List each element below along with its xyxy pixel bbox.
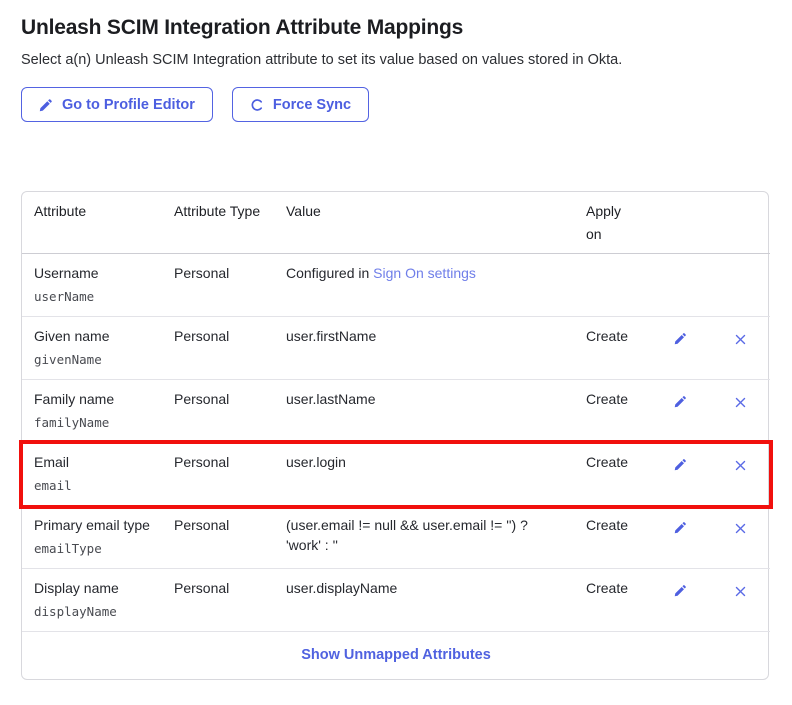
- header-remove-column: [710, 192, 770, 254]
- edit-mapping-button[interactable]: [672, 393, 689, 410]
- attribute-type: Personal: [174, 391, 229, 407]
- close-icon: [735, 586, 746, 597]
- value-text: user.displayName: [286, 580, 397, 596]
- value-text: user.login: [286, 454, 346, 470]
- header-attribute: Attribute: [22, 192, 162, 254]
- mappings-table: Attribute Attribute Type Value Apply on …: [22, 192, 770, 679]
- value-cell: user.displayName: [274, 569, 574, 632]
- attribute-label: Given name: [34, 326, 150, 346]
- table-header-row: Attribute Attribute Type Value Apply on: [22, 192, 770, 254]
- attribute-label: Family name: [34, 389, 150, 409]
- remove-mapping-button[interactable]: [733, 395, 748, 410]
- remove-mapping-button[interactable]: [733, 521, 748, 536]
- table-row: Given name givenName Personal user.first…: [22, 317, 770, 380]
- attribute-label: Username: [34, 263, 150, 283]
- attribute-label: Display name: [34, 578, 150, 598]
- remove-mapping-button[interactable]: [733, 332, 748, 347]
- apply-on-value: Create: [586, 454, 628, 470]
- value-link[interactable]: Sign On settings: [373, 265, 476, 281]
- value-text: user.lastName: [286, 391, 375, 407]
- table-row: Email email Personal user.login Create: [22, 443, 770, 506]
- close-icon: [735, 523, 746, 534]
- value-cell: user.login: [274, 443, 574, 506]
- close-icon: [735, 397, 746, 408]
- attribute-mappings-page: Unleash SCIM Integration Attribute Mappi…: [0, 0, 792, 680]
- value-cell: Configured in Sign On settings: [274, 254, 574, 317]
- edit-mapping-button[interactable]: [672, 519, 689, 536]
- table-row: Display name displayName Personal user.d…: [22, 569, 770, 632]
- attribute-type: Personal: [174, 580, 229, 596]
- attribute-label: Primary email type: [34, 515, 150, 535]
- attribute-variable: emailType: [34, 540, 150, 558]
- pencil-icon: [674, 584, 687, 597]
- mappings-table-container: Attribute Attribute Type Value Apply on …: [21, 191, 769, 680]
- header-attribute-type: Attribute Type: [162, 192, 274, 254]
- pencil-icon: [39, 98, 53, 112]
- attribute-type: Personal: [174, 265, 229, 281]
- attribute-type: Personal: [174, 328, 229, 344]
- value-text: Configured in: [286, 265, 373, 281]
- table-row: Primary email type emailType Personal (u…: [22, 506, 770, 569]
- page-title: Unleash SCIM Integration Attribute Mappi…: [21, 15, 771, 41]
- attribute-type: Personal: [174, 517, 229, 533]
- go-to-profile-editor-button[interactable]: Go to Profile Editor: [21, 87, 213, 122]
- apply-on-value: Create: [586, 580, 628, 596]
- apply-on-value: Create: [586, 517, 628, 533]
- attribute-variable: userName: [34, 288, 150, 306]
- value-cell: (user.email != null && user.email != '')…: [274, 506, 574, 569]
- attribute-variable: email: [34, 477, 150, 495]
- edit-mapping-button[interactable]: [672, 582, 689, 599]
- table-footer-row: Show Unmapped Attributes: [22, 632, 770, 680]
- force-sync-label: Force Sync: [273, 97, 351, 113]
- page-subtitle: Select a(n) Unleash SCIM Integration att…: [21, 50, 771, 70]
- mappings-table-body: Username userName Personal Configured in…: [22, 254, 770, 632]
- close-icon: [735, 460, 746, 471]
- attribute-label: Email: [34, 452, 150, 472]
- apply-on-value: Create: [586, 391, 628, 407]
- edit-mapping-button[interactable]: [672, 330, 689, 347]
- attribute-variable: displayName: [34, 603, 150, 621]
- edit-mapping-button[interactable]: [672, 456, 689, 473]
- pencil-icon: [674, 395, 687, 408]
- pencil-icon: [674, 332, 687, 345]
- show-unmapped-attributes-link[interactable]: Show Unmapped Attributes: [301, 647, 491, 663]
- value-cell: user.lastName: [274, 380, 574, 443]
- apply-on-value: Create: [586, 328, 628, 344]
- force-sync-button[interactable]: Force Sync: [232, 87, 369, 122]
- value-text: user.firstName: [286, 328, 376, 344]
- toolbar: Go to Profile Editor Force Sync: [21, 87, 771, 122]
- pencil-icon: [674, 458, 687, 471]
- attribute-variable: familyName: [34, 414, 150, 432]
- table-row: Username userName Personal Configured in…: [22, 254, 770, 317]
- remove-mapping-button[interactable]: [733, 458, 748, 473]
- header-edit-column: [650, 192, 710, 254]
- header-value: Value: [274, 192, 574, 254]
- value-text: (user.email != null && user.email != '')…: [286, 517, 528, 553]
- attribute-type: Personal: [174, 454, 229, 470]
- header-apply-on: Apply on: [574, 192, 650, 254]
- value-cell: user.firstName: [274, 317, 574, 380]
- sync-icon: [250, 98, 264, 112]
- table-row: Family name familyName Personal user.las…: [22, 380, 770, 443]
- remove-mapping-button[interactable]: [733, 584, 748, 599]
- pencil-icon: [674, 521, 687, 534]
- close-icon: [735, 334, 746, 345]
- go-to-profile-editor-label: Go to Profile Editor: [62, 97, 195, 113]
- attribute-variable: givenName: [34, 351, 150, 369]
